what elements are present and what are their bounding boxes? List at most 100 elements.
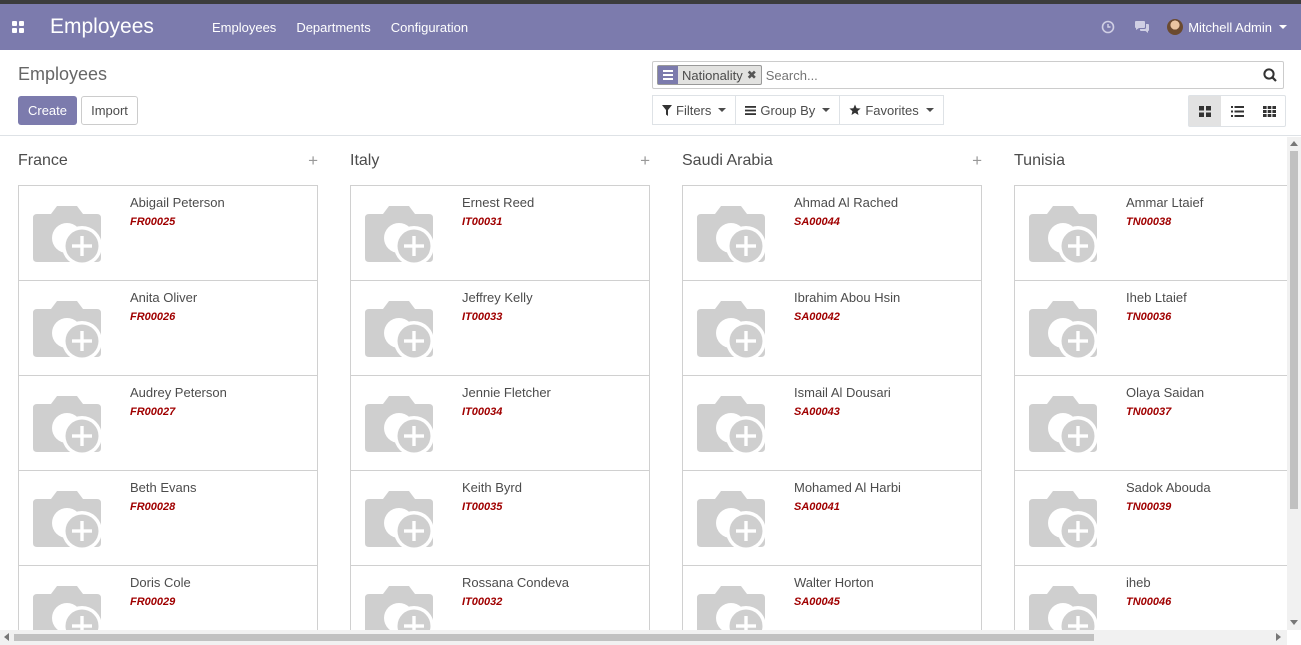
employee-card[interactable]: iheb TN00046 — [1014, 565, 1287, 630]
camera-placeholder-icon — [693, 200, 769, 270]
camera-placeholder-icon — [29, 390, 105, 460]
employee-name: Audrey Peterson — [130, 385, 227, 400]
facet-remove-icon[interactable]: ✖ — [747, 66, 761, 84]
employee-card[interactable]: Beth Evans FR00028 — [18, 470, 318, 566]
scroll-down-arrow-icon[interactable] — [1290, 620, 1298, 625]
vertical-scrollbar[interactable] — [1287, 137, 1301, 630]
chevron-down-icon — [1279, 25, 1287, 29]
employee-card[interactable]: Ahmad Al Rached SA00044 — [682, 185, 982, 281]
camera-placeholder-icon — [361, 390, 437, 460]
employee-card[interactable]: Abigail Peterson FR00025 — [18, 185, 318, 281]
employee-card[interactable]: Olaya Saidan TN00037 — [1014, 375, 1287, 471]
scroll-right-arrow-icon[interactable] — [1276, 633, 1281, 641]
vertical-scroll-thumb[interactable] — [1290, 151, 1298, 509]
search-icon[interactable] — [1257, 62, 1283, 88]
employee-card[interactable]: Jennie Fletcher IT00034 — [350, 375, 650, 471]
app-title: Employees — [50, 15, 154, 38]
employee-card[interactable]: Sadok Abouda TN00039 — [1014, 470, 1287, 566]
star-icon — [849, 104, 861, 115]
employee-card[interactable]: Rossana Condeva IT00032 — [350, 565, 650, 630]
employee-card[interactable]: Audrey Peterson FR00027 — [18, 375, 318, 471]
search-facet: Nationality ✖ — [657, 65, 762, 85]
activity-grid-view-icon[interactable] — [1253, 96, 1285, 126]
apps-menu-icon[interactable] — [0, 4, 36, 50]
activity-clock-icon[interactable] — [1091, 4, 1125, 50]
employee-reference: IT00034 — [462, 406, 503, 418]
employee-reference: IT00035 — [462, 501, 503, 513]
search-bar: Nationality ✖ — [652, 61, 1284, 89]
control-panel: Employees Create Import Nationality ✖ Fi… — [0, 50, 1301, 136]
camera-placeholder-icon — [361, 485, 437, 555]
camera-placeholder-icon — [29, 295, 105, 365]
main-navbar: Employees Employees Departments Configur… — [0, 4, 1301, 50]
employee-card[interactable]: Ernest Reed IT00031 — [350, 185, 650, 281]
quick-create-plus-icon[interactable]: + — [972, 151, 982, 171]
user-avatar — [1167, 19, 1184, 35]
employee-card[interactable]: Iheb Ltaief TN00036 — [1014, 280, 1287, 376]
employee-card[interactable]: Jeffrey Kelly IT00033 — [350, 280, 650, 376]
quick-create-plus-icon[interactable]: + — [308, 151, 318, 171]
employee-card[interactable]: Ismail Al Dousari SA00043 — [682, 375, 982, 471]
kanban-view-icon[interactable] — [1189, 96, 1221, 126]
employee-reference: SA00041 — [794, 501, 840, 513]
employee-name: Ernest Reed — [462, 195, 535, 210]
bars-icon — [745, 105, 757, 115]
employee-name: Mohamed Al Harbi — [794, 480, 901, 495]
kanban-card-list: Ammar Ltaief TN00038 Iheb Ltaief TN00036 Ola… — [1014, 185, 1287, 630]
employee-name: Jeffrey Kelly — [462, 290, 533, 305]
employee-name: Anita Oliver — [130, 290, 198, 305]
horizontal-scrollbar[interactable] — [0, 630, 1287, 645]
kanban-column-title: France — [18, 152, 68, 169]
horizontal-scroll-thumb[interactable] — [14, 634, 1094, 641]
create-button[interactable]: Create — [18, 96, 77, 125]
scroll-up-arrow-icon[interactable] — [1290, 141, 1298, 146]
kanban-column: Saudi Arabia + Ahmad Al Rached SA00044 Ibrah… — [682, 137, 982, 630]
menu-configuration[interactable]: Configuration — [381, 20, 478, 35]
scroll-left-arrow-icon[interactable] — [4, 633, 9, 641]
camera-placeholder-icon — [693, 485, 769, 555]
search-input[interactable] — [765, 64, 1257, 86]
camera-placeholder-icon — [693, 580, 769, 630]
employee-card[interactable]: Walter Horton SA00045 — [682, 565, 982, 630]
kanban-card-list: Ahmad Al Rached SA00044 Ibrahim Abou Hsin S… — [682, 185, 982, 630]
employee-card[interactable]: Doris Cole FR00029 — [18, 565, 318, 630]
import-button[interactable]: Import — [81, 96, 138, 125]
filters-dropdown[interactable]: Filters — [652, 95, 737, 125]
user-menu[interactable]: Mitchell Admin — [1167, 19, 1287, 35]
quick-create-plus-icon[interactable]: + — [640, 151, 650, 171]
employee-card[interactable]: Anita Oliver FR00026 — [18, 280, 318, 376]
group-by-label: Group By — [760, 102, 816, 118]
camera-placeholder-icon — [29, 200, 105, 270]
employee-name: Sadok Abouda — [1126, 480, 1211, 495]
kanban-column-title: Italy — [350, 152, 380, 169]
kanban-card-list: Ernest Reed IT00031 Jeffrey Kelly IT00033 Je… — [350, 185, 650, 630]
group-by-dropdown[interactable]: Group By — [735, 95, 841, 125]
camera-placeholder-icon — [1025, 200, 1101, 270]
camera-placeholder-icon — [1025, 390, 1101, 460]
kanban-column-header: Tunisia — [1014, 137, 1287, 185]
kanban-column-title: Tunisia — [1014, 152, 1065, 169]
employee-name: iheb — [1126, 575, 1151, 590]
chevron-down-icon — [718, 108, 727, 112]
user-name: Mitchell Admin — [1188, 19, 1272, 35]
employee-reference: TN00046 — [1126, 596, 1172, 608]
employee-card[interactable]: Mohamed Al Harbi SA00041 — [682, 470, 982, 566]
kanban-column-header: France + — [18, 137, 318, 185]
chevron-down-icon — [822, 108, 831, 112]
employee-name: Ibrahim Abou Hsin — [794, 290, 901, 305]
group-by-icon — [658, 66, 678, 84]
menu-departments[interactable]: Departments — [286, 20, 380, 35]
employee-name: Walter Horton — [794, 575, 874, 590]
employee-name: Beth Evans — [130, 480, 197, 495]
employee-name: Ismail Al Dousari — [794, 385, 891, 400]
kanban-column-title: Saudi Arabia — [682, 152, 773, 169]
camera-placeholder-icon — [693, 295, 769, 365]
employee-card[interactable]: Keith Byrd IT00035 — [350, 470, 650, 566]
discuss-chat-icon[interactable] — [1125, 4, 1159, 50]
favorites-dropdown[interactable]: Favorites — [839, 95, 944, 125]
employee-card[interactable]: Ammar Ltaief TN00038 — [1014, 185, 1287, 281]
filters-label: Filters — [676, 102, 712, 118]
list-view-icon[interactable] — [1221, 96, 1253, 126]
employee-card[interactable]: Ibrahim Abou Hsin SA00042 — [682, 280, 982, 376]
menu-employees[interactable]: Employees — [202, 20, 286, 35]
